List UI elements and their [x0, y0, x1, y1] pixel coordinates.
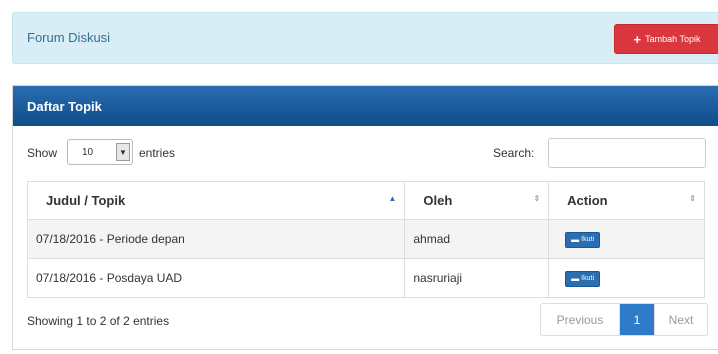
plus-icon: +: [633, 31, 642, 47]
table-controls: Show 10 ▼ entries Search:: [13, 126, 718, 180]
pagination: Previous 1 Next: [540, 303, 708, 336]
page-title: Forum Diskusi: [27, 30, 111, 45]
entries-per-page-select[interactable]: 10 ▼: [67, 139, 133, 165]
entries-label: entries: [139, 146, 176, 160]
cell-judul: 07/18/2016 - Posdaya UAD: [26, 258, 406, 298]
topic-list-panel: Daftar Topik Show 10 ▼ entries Search: J…: [12, 85, 718, 350]
search-label: Search:: [493, 146, 535, 160]
cell-oleh: ahmad: [404, 219, 550, 259]
cell-judul: 07/18/2016 - Periode depan: [26, 219, 406, 259]
cell-oleh: nasruriaji: [404, 258, 550, 298]
add-topic-label: Tambah Topik: [645, 34, 701, 44]
column-header-oleh[interactable]: Oleh ⇕: [404, 181, 550, 220]
sort-icon: ⇕: [689, 194, 696, 203]
table-row: 07/18/2016 - Posdaya UAD nasruriaji ▬ Ik…: [26, 258, 705, 298]
table-header-row: Judul / Topik ▲ Oleh ⇕ Action ⇕: [26, 181, 705, 220]
comment-icon: ▬: [571, 273, 580, 283]
column-header-judul[interactable]: Judul / Topik ▲: [26, 181, 406, 220]
panel-title: Daftar Topik: [27, 98, 102, 114]
cell-action: ▬ Ikuti: [548, 219, 705, 259]
next-page-button[interactable]: Next: [654, 304, 707, 335]
chevron-down-icon[interactable]: ▼: [116, 143, 130, 161]
entries-select-value: 10: [82, 147, 94, 158]
previous-page-button[interactable]: Previous: [541, 304, 620, 335]
forum-header-bar: Forum Diskusi + Tambah Topik: [12, 12, 718, 64]
add-topic-button[interactable]: + Tambah Topik: [614, 24, 718, 54]
table-row: 07/18/2016 - Periode depan ahmad ▬ Ikuti: [26, 219, 705, 259]
sort-ascending-icon: ▲: [388, 194, 397, 203]
follow-topic-button[interactable]: ▬ Ikuti: [565, 231, 601, 248]
follow-topic-button[interactable]: ▬ Ikuti: [565, 270, 601, 287]
panel-heading: Daftar Topik: [13, 86, 718, 126]
cell-action: ▬ Ikuti: [548, 258, 705, 298]
search-input[interactable]: [548, 138, 706, 168]
sort-icon: ⇕: [533, 194, 541, 203]
show-label: Show: [27, 146, 58, 160]
table-info: Showing 1 to 2 of 2 entries: [27, 314, 170, 328]
column-header-action[interactable]: Action ⇕: [548, 181, 705, 220]
topics-table: Judul / Topik ▲ Oleh ⇕ Action ⇕ 07/18/20…: [26, 181, 705, 298]
comment-icon: ▬: [571, 234, 580, 244]
page-1-button[interactable]: 1: [620, 304, 654, 335]
